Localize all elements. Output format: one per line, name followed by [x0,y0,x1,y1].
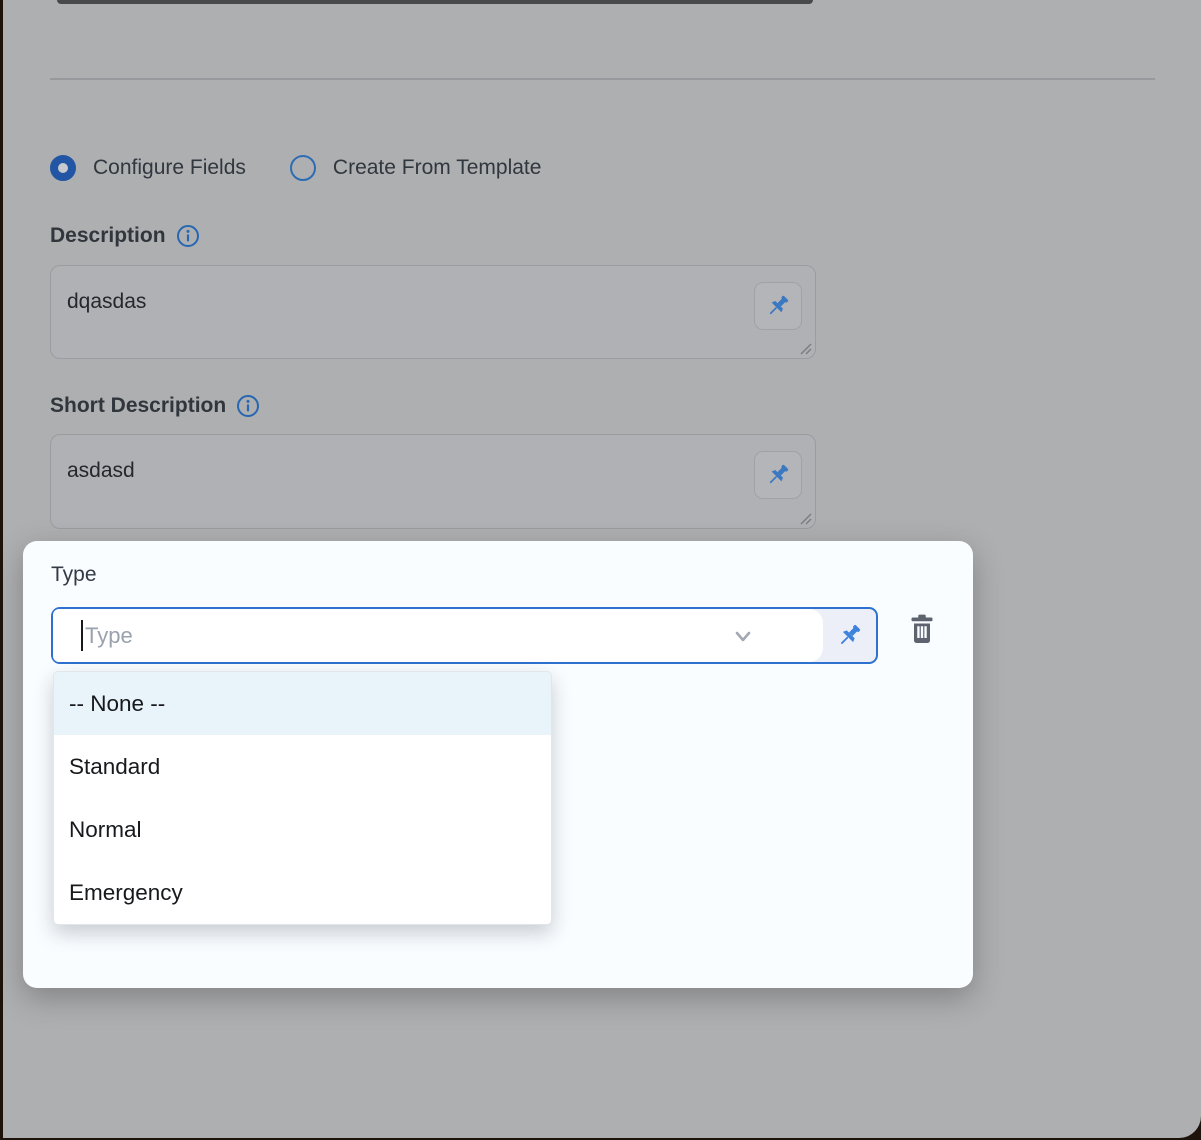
dropdown-option-normal[interactable]: Normal [54,798,551,861]
chevron-down-icon[interactable] [729,622,757,650]
description-field: dqasdas [50,265,816,359]
short-description-label: Short Description [50,394,226,418]
configure-fields-radio-label[interactable]: Configure Fields [93,156,246,180]
resize-handle-icon[interactable] [799,342,812,355]
trash-icon [907,609,937,649]
short-description-field: asdasd [50,434,816,529]
text-caret [81,620,83,651]
type-field-card: Type [23,541,973,988]
type-label: Type [51,563,97,587]
type-dropdown-list: -- None -- Standard Normal Emergency [53,671,552,925]
dropdown-option-emergency[interactable]: Emergency [54,861,551,924]
type-combobox-input-area [53,609,823,662]
resize-handle-icon[interactable] [799,512,812,525]
field-mode-radio-group: Configure Fields Create From Template [50,155,541,181]
description-pin-button[interactable] [754,282,802,330]
type-combobox [51,607,878,664]
dimmed-form-overlay: Configure Fields Create From Template De… [3,0,1201,1138]
dropdown-option-none[interactable]: -- None -- [54,672,551,735]
pushpin-icon [836,622,863,649]
section-divider [50,78,1155,80]
type-combobox-input[interactable] [53,609,823,662]
info-icon[interactable] [236,394,260,418]
offscreen-field-bottom-edge [57,0,813,4]
create-from-template-radio-label[interactable]: Create From Template [333,156,542,180]
dropdown-option-standard[interactable]: Standard [54,735,551,798]
description-label-row: Description [50,224,200,248]
short-description-textarea[interactable]: asdasd [51,435,815,528]
pushpin-icon [765,293,791,319]
create-from-template-radio[interactable] [290,155,316,181]
delete-field-button[interactable] [901,607,943,651]
info-icon[interactable] [176,224,200,248]
short-description-pin-button[interactable] [754,451,802,499]
pushpin-icon [765,462,791,488]
description-textarea[interactable]: dqasdas [51,266,815,358]
screen: Configure Fields Create From Template De… [0,0,1201,1140]
description-label: Description [50,224,166,248]
configure-fields-radio[interactable] [50,155,76,181]
type-pin-button[interactable] [823,609,876,662]
short-description-label-row: Short Description [50,394,260,418]
